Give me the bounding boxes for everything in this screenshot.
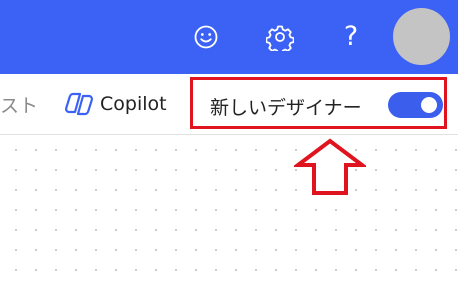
- copilot-icon: [65, 92, 93, 116]
- new-designer-toggle[interactable]: [388, 92, 443, 118]
- toggle-knob: [421, 97, 437, 113]
- smiley-icon: [194, 25, 218, 49]
- new-designer-label: 新しいデザイナー: [210, 97, 362, 119]
- designer-canvas[interactable]: [0, 135, 458, 289]
- avatar[interactable]: [393, 8, 450, 65]
- gear-icon: [266, 25, 294, 51]
- help-button[interactable]: ?: [334, 20, 368, 54]
- new-designer-highlight: 新しいデザイナー: [190, 77, 447, 129]
- feedback-button[interactable]: [189, 20, 223, 54]
- settings-button[interactable]: [263, 20, 297, 54]
- help-icon: ?: [343, 21, 359, 52]
- copilot-label: Copilot: [100, 93, 167, 115]
- copilot-button[interactable]: Copilot: [64, 88, 167, 120]
- truncated-toolbar-item[interactable]: スト: [0, 91, 38, 118]
- up-arrow-icon: [294, 138, 366, 195]
- app-header: ?: [0, 0, 458, 74]
